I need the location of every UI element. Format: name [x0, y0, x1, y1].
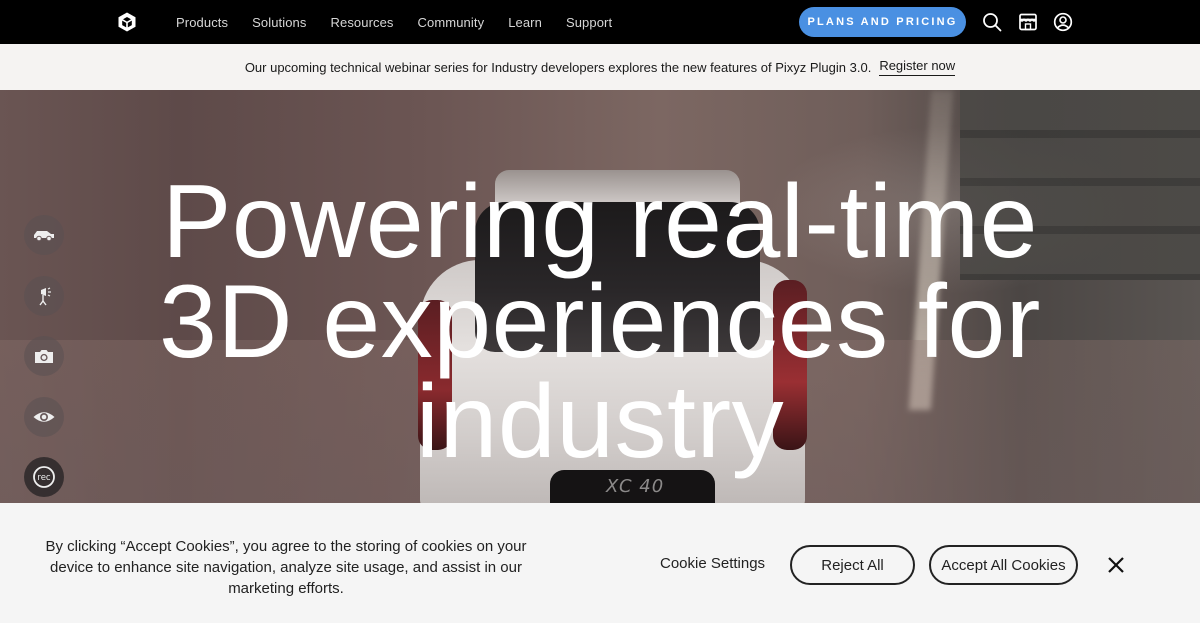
nav-learn[interactable]: Learn: [508, 15, 542, 30]
car-view-button[interactable]: [24, 215, 64, 255]
eye-icon: [33, 412, 55, 422]
camera-button[interactable]: [24, 336, 64, 376]
unity-logo-icon[interactable]: [116, 11, 138, 33]
store-icon[interactable]: [1017, 11, 1039, 33]
cookie-settings-link[interactable]: Cookie Settings: [660, 555, 765, 572]
accept-all-cookies-button[interactable]: Accept All Cookies: [929, 545, 1078, 585]
announcement-bar: Our upcoming technical webinar series fo…: [0, 44, 1200, 90]
nav-community[interactable]: Community: [418, 15, 485, 30]
close-icon[interactable]: [1104, 553, 1128, 577]
record-icon: rec: [33, 466, 55, 488]
visibility-button[interactable]: [24, 397, 64, 437]
car-icon: [34, 231, 54, 242]
record-button[interactable]: rec: [24, 457, 64, 497]
record-label: rec: [37, 473, 51, 483]
hero-title-line-3: industry: [415, 364, 785, 480]
main-menu: Products Solutions Resources Community L…: [176, 0, 636, 44]
nav-products[interactable]: Products: [176, 15, 228, 30]
nav-solutions[interactable]: Solutions: [252, 15, 306, 30]
hero-title-line-2: 3D experiences for: [159, 264, 1041, 380]
studio-light-icon: [39, 287, 51, 306]
hero-title-line-1: Powering real-time: [162, 164, 1038, 280]
announcement-text: Our upcoming technical webinar series fo…: [244, 59, 872, 75]
hero-title: Powering real-time 3D experiences for in…: [0, 164, 1200, 480]
nav-resources[interactable]: Resources: [331, 15, 394, 30]
top-navigation: Products Solutions Resources Community L…: [0, 0, 1200, 44]
camera-icon: [35, 350, 53, 363]
plans-and-pricing-button[interactable]: PLANS AND PRICING: [799, 7, 966, 37]
nav-support[interactable]: Support: [566, 15, 612, 30]
reject-all-button[interactable]: Reject All: [790, 545, 915, 585]
lighting-button[interactable]: [24, 276, 64, 316]
cookie-consent-text: By clicking “Accept Cookies”, you agree …: [45, 538, 527, 597]
register-now-link[interactable]: Register now: [879, 58, 956, 76]
search-icon[interactable]: [981, 11, 1003, 33]
account-icon[interactable]: [1052, 11, 1074, 33]
hero-section: XC 40 Powering real-time 3D experiences …: [0, 90, 1200, 503]
cookie-banner: By clicking “Accept Cookies”, you agree …: [0, 503, 1200, 623]
